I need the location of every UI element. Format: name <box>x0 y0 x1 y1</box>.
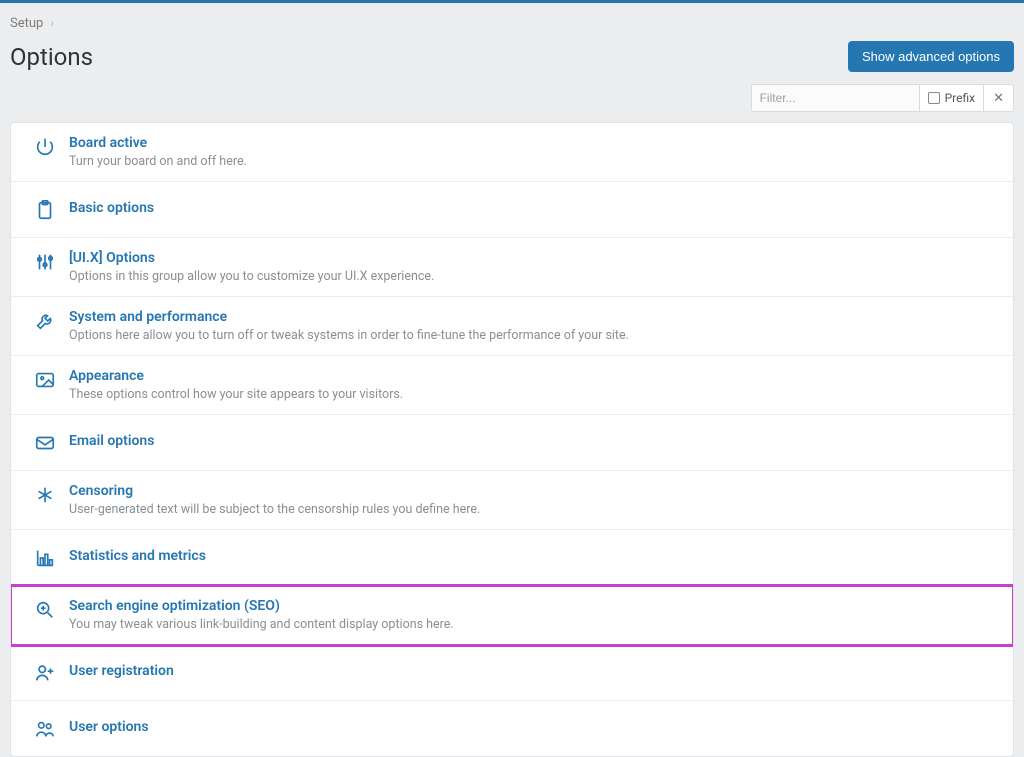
power-icon <box>21 135 69 158</box>
row-title: Basic options <box>69 200 1003 216</box>
prefix-toggle[interactable]: Prefix <box>919 84 985 112</box>
row-board-active[interactable]: Board active Turn your board on and off … <box>11 123 1013 182</box>
row-system-performance[interactable]: System and performance Options here allo… <box>11 297 1013 356</box>
row-title: Statistics and metrics <box>69 548 1003 564</box>
row-title: [UI.X] Options <box>69 250 1003 266</box>
row-title: User registration <box>69 663 1003 679</box>
search-plus-icon <box>21 598 69 621</box>
row-desc: Options here allow you to turn off or tw… <box>69 328 1003 343</box>
row-user-registration[interactable]: User registration <box>11 645 1013 701</box>
row-user-options[interactable]: User options <box>11 701 1013 756</box>
row-seo[interactable]: Search engine optimization (SEO) You may… <box>11 586 1013 645</box>
image-icon <box>21 368 69 391</box>
options-panel: Board active Turn your board on and off … <box>10 122 1014 757</box>
wrench-icon <box>21 309 69 332</box>
page-title: Options <box>10 43 93 71</box>
show-advanced-button[interactable]: Show advanced options <box>848 41 1014 72</box>
row-title: System and performance <box>69 309 1003 325</box>
clear-filter-button[interactable]: ✕ <box>984 84 1014 112</box>
clipboard-icon <box>21 198 69 221</box>
row-title: User options <box>69 719 1003 735</box>
row-email-options[interactable]: Email options <box>11 415 1013 471</box>
mail-icon <box>21 431 69 454</box>
row-statistics[interactable]: Statistics and metrics <box>11 530 1013 586</box>
row-desc: User-generated text will be subject to t… <box>69 502 1003 517</box>
close-icon: ✕ <box>993 91 1004 106</box>
row-desc: These options control how your site appe… <box>69 387 1003 402</box>
breadcrumb: Setup › <box>0 3 1024 37</box>
row-censoring[interactable]: Censoring User-generated text will be su… <box>11 471 1013 530</box>
bar-chart-icon <box>21 546 69 569</box>
checkbox-icon <box>928 92 940 104</box>
asterisk-icon <box>21 483 69 506</box>
row-title: Email options <box>69 433 1003 449</box>
filter-input[interactable] <box>751 84 919 112</box>
row-desc: Turn your board on and off here. <box>69 154 1003 169</box>
row-title: Censoring <box>69 483 1003 499</box>
prefix-label: Prefix <box>945 91 976 105</box>
row-title: Appearance <box>69 368 1003 384</box>
chevron-right-icon: › <box>51 17 54 30</box>
row-appearance[interactable]: Appearance These options control how you… <box>11 356 1013 415</box>
row-basic-options[interactable]: Basic options <box>11 182 1013 238</box>
row-uix-options[interactable]: [UI.X] Options Options in this group all… <box>11 238 1013 297</box>
users-icon <box>21 717 69 740</box>
row-title: Search engine optimization (SEO) <box>69 598 1003 614</box>
row-desc: You may tweak various link-building and … <box>69 617 1003 632</box>
row-title: Board active <box>69 135 1003 151</box>
breadcrumb-setup[interactable]: Setup <box>10 16 43 31</box>
sliders-icon <box>21 250 69 273</box>
row-desc: Options in this group allow you to custo… <box>69 269 1003 284</box>
